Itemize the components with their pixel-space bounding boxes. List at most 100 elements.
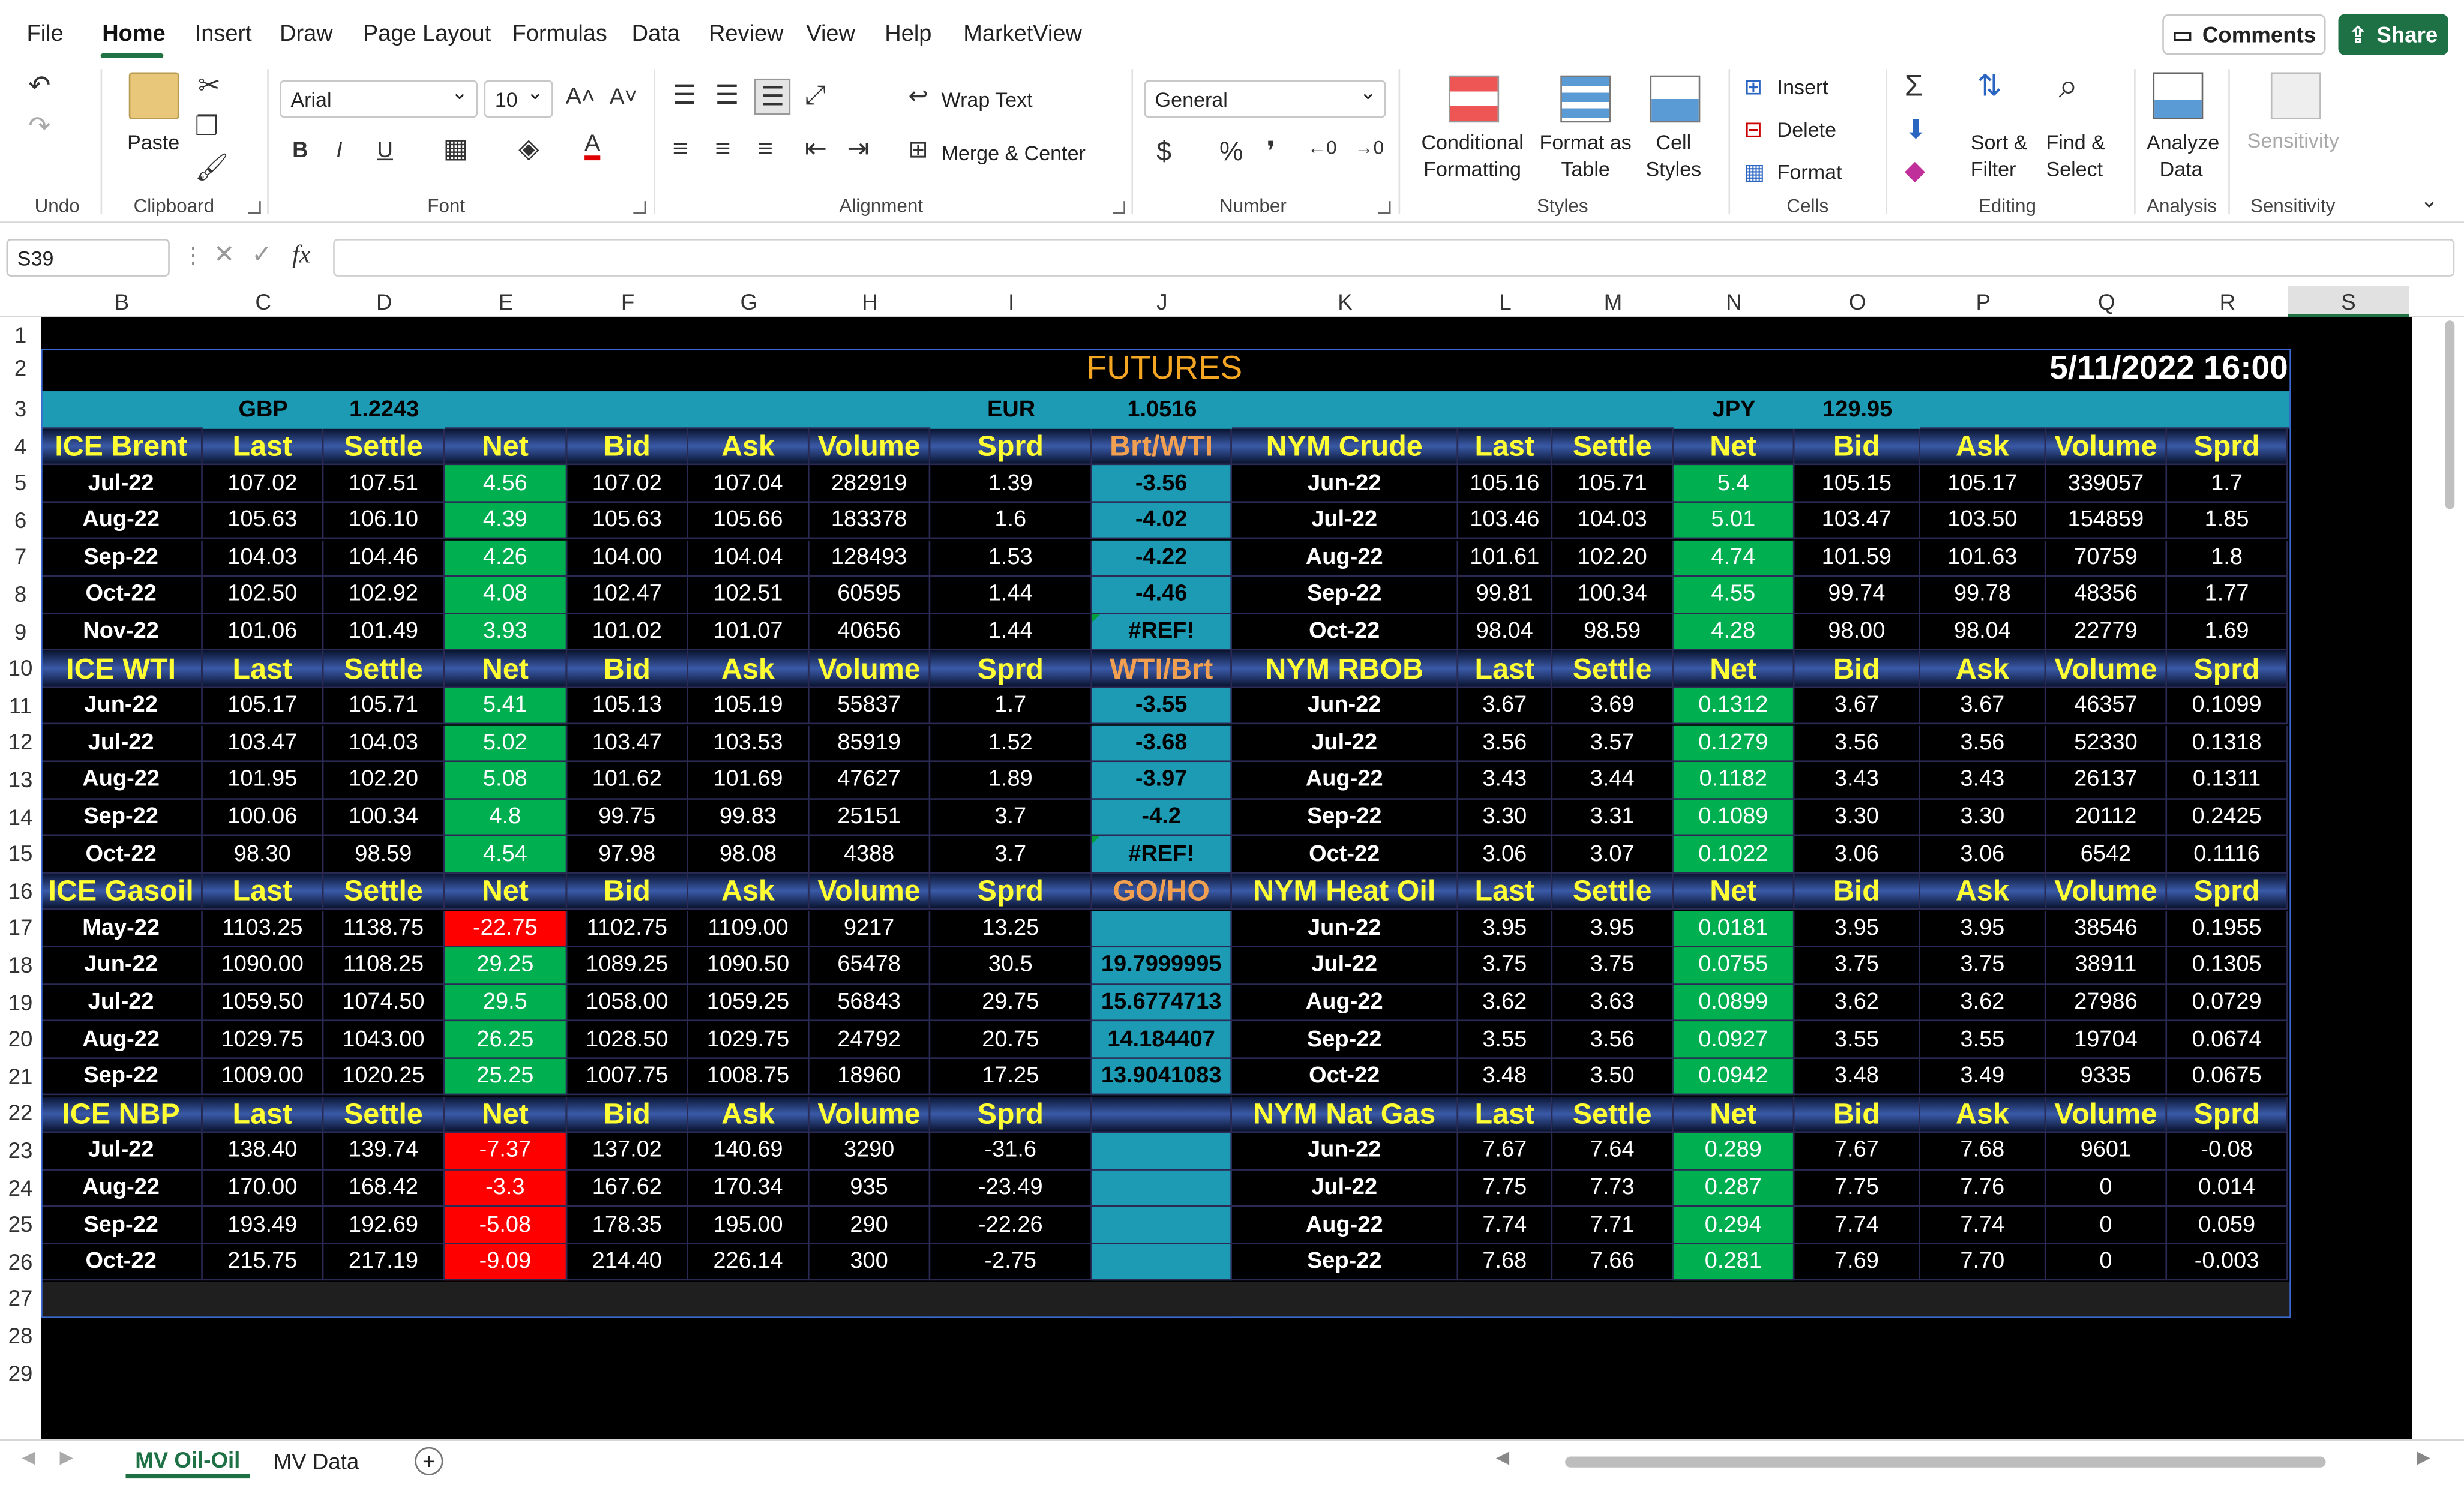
data-cell[interactable]: Jun-22 <box>1231 688 1459 725</box>
data-cell[interactable]: 3.57 <box>1552 725 1674 763</box>
data-cell[interactable]: 14.184407 <box>1092 1021 1232 1059</box>
data-cell[interactable]: 3.44 <box>1552 762 1674 800</box>
data-cell[interactable]: 3.55 <box>1458 1021 1553 1059</box>
add-sheet-button[interactable]: + <box>415 1447 443 1475</box>
data-cell[interactable]: 103.53 <box>688 725 810 763</box>
data-cell[interactable]: 25151 <box>809 799 931 836</box>
column-header[interactable]: P <box>1920 289 2046 314</box>
data-cell[interactable]: 101.95 <box>202 762 324 800</box>
data-cell[interactable]: 13.9041083 <box>1092 1058 1232 1096</box>
row-header[interactable]: 17 <box>0 915 41 940</box>
data-cell[interactable]: 3.30 <box>1458 799 1553 836</box>
data-cell[interactable]: 0.0899 <box>1673 985 1795 1022</box>
data-cell[interactable]: 4.08 <box>445 577 568 614</box>
data-cell[interactable]: 7.67 <box>1458 1133 1553 1171</box>
data-cell[interactable]: 1029.75 <box>202 1021 324 1059</box>
data-cell[interactable]: 217.19 <box>323 1244 445 1282</box>
data-cell[interactable]: 102.92 <box>323 577 445 614</box>
menu-review[interactable]: Review <box>709 22 784 47</box>
clipboard-launcher-icon[interactable] <box>248 201 261 214</box>
data-cell[interactable]: 0.0927 <box>1673 1021 1795 1059</box>
data-cell[interactable]: 192.69 <box>323 1207 445 1244</box>
scroll-right-icon[interactable]: ▶ <box>2417 1450 2430 1468</box>
row-header[interactable]: 28 <box>0 1323 41 1348</box>
data-cell[interactable]: 1.85 <box>2167 502 2288 540</box>
data-cell[interactable]: Aug-22 <box>41 1021 203 1059</box>
data-cell[interactable]: Sep-22 <box>1231 1021 1459 1059</box>
data-cell[interactable]: 4.54 <box>445 836 568 874</box>
data-cell[interactable]: 4.74 <box>1673 539 1795 577</box>
alignment-launcher-icon[interactable] <box>1112 201 1125 214</box>
data-cell[interactable]: 168.42 <box>323 1170 445 1207</box>
data-cell[interactable]: 290 <box>809 1207 931 1244</box>
enter-icon[interactable]: ✓ <box>251 243 272 269</box>
data-cell[interactable]: 0.294 <box>1673 1207 1795 1244</box>
data-cell[interactable]: 20.75 <box>930 1021 1092 1059</box>
number-launcher-icon[interactable] <box>1378 201 1391 214</box>
column-header[interactable]: Q <box>2046 289 2167 314</box>
data-cell[interactable]: 105.63 <box>567 502 688 540</box>
data-cell[interactable]: #REF! <box>1092 836 1232 874</box>
data-cell[interactable]: 18960 <box>809 1058 931 1096</box>
data-cell[interactable]: 7.68 <box>1920 1133 2046 1171</box>
data-cell[interactable]: Jul-22 <box>41 465 203 503</box>
data-cell[interactable]: 9335 <box>2046 1058 2168 1096</box>
data-cell[interactable]: 105.71 <box>323 688 445 725</box>
data-cell[interactable]: 3.7 <box>930 836 1092 874</box>
currency-icon[interactable]: $ <box>1156 138 1171 165</box>
data-cell[interactable]: Oct-22 <box>1231 836 1459 874</box>
column-header[interactable]: F <box>567 289 688 314</box>
data-cell[interactable]: Jul-22 <box>1231 502 1459 540</box>
data-cell[interactable]: 3.95 <box>1552 910 1674 948</box>
data-cell[interactable]: 1.44 <box>930 577 1092 614</box>
data-cell[interactable]: -3.68 <box>1092 725 1232 763</box>
data-cell[interactable]: -3.3 <box>445 1170 568 1207</box>
tab-mv-data[interactable]: MV Data <box>264 1444 368 1479</box>
data-cell[interactable]: Nov-22 <box>41 614 203 651</box>
data-cell[interactable]: 99.78 <box>1920 577 2046 614</box>
data-cell[interactable]: 3.75 <box>1920 947 2046 985</box>
data-cell[interactable]: Jun-22 <box>41 688 203 725</box>
data-cell[interactable]: 7.70 <box>1920 1244 2046 1282</box>
data-cell[interactable]: 20112 <box>2046 799 2168 836</box>
data-cell[interactable]: 101.02 <box>567 614 688 651</box>
align-center-icon[interactable]: ≡ <box>715 135 730 162</box>
data-cell[interactable]: 1.8 <box>2167 539 2288 577</box>
data-cell[interactable]: 0.1305 <box>2167 947 2288 985</box>
tab-mv-oil-oil[interactable]: MV Oil-Oil <box>125 1444 250 1479</box>
bold-icon[interactable]: B <box>292 138 308 160</box>
row-header[interactable]: 16 <box>0 878 41 903</box>
data-cell[interactable]: 1008.75 <box>688 1058 810 1096</box>
data-cell[interactable]: -9.09 <box>445 1244 568 1282</box>
data-cell[interactable]: -4.02 <box>1092 502 1232 540</box>
data-cell[interactable] <box>1092 1170 1232 1207</box>
data-cell[interactable]: 7.73 <box>1552 1170 1674 1207</box>
column-header[interactable]: B <box>41 289 203 314</box>
data-cell[interactable]: 0.1279 <box>1673 725 1795 763</box>
row-header[interactable]: 29 <box>0 1360 41 1385</box>
data-cell[interactable]: 104.00 <box>567 539 688 577</box>
menu-formulas[interactable]: Formulas <box>512 22 607 47</box>
row-header[interactable]: 20 <box>0 1026 41 1051</box>
data-cell[interactable]: 3.48 <box>1458 1058 1553 1096</box>
data-cell[interactable]: 22779 <box>2046 614 2168 651</box>
align-middle-icon[interactable]: ☰ <box>715 82 739 109</box>
data-cell[interactable]: 3.75 <box>1794 947 1920 985</box>
data-cell[interactable]: Sep-22 <box>41 1058 203 1096</box>
data-cell[interactable]: 170.34 <box>688 1170 810 1207</box>
align-left-icon[interactable]: ≡ <box>673 135 688 162</box>
data-cell[interactable] <box>1092 1133 1232 1171</box>
data-cell[interactable]: 4.39 <box>445 502 568 540</box>
data-cell[interactable]: 0 <box>2046 1170 2168 1207</box>
data-cell[interactable]: 7.68 <box>1458 1244 1553 1282</box>
data-cell[interactable]: 27986 <box>2046 985 2168 1022</box>
data-cell[interactable]: 19.7999995 <box>1092 947 1232 985</box>
data-cell[interactable]: 98.30 <box>202 836 324 874</box>
row-header[interactable]: 21 <box>0 1063 41 1088</box>
data-cell[interactable]: Oct-22 <box>1231 614 1459 651</box>
data-cell[interactable]: 3.56 <box>1458 725 1553 763</box>
data-cell[interactable]: 98.59 <box>323 836 445 874</box>
data-cell[interactable]: 101.63 <box>1920 539 2046 577</box>
data-cell[interactable]: 103.47 <box>1794 502 1920 540</box>
data-cell[interactable]: 0.1099 <box>2167 688 2288 725</box>
